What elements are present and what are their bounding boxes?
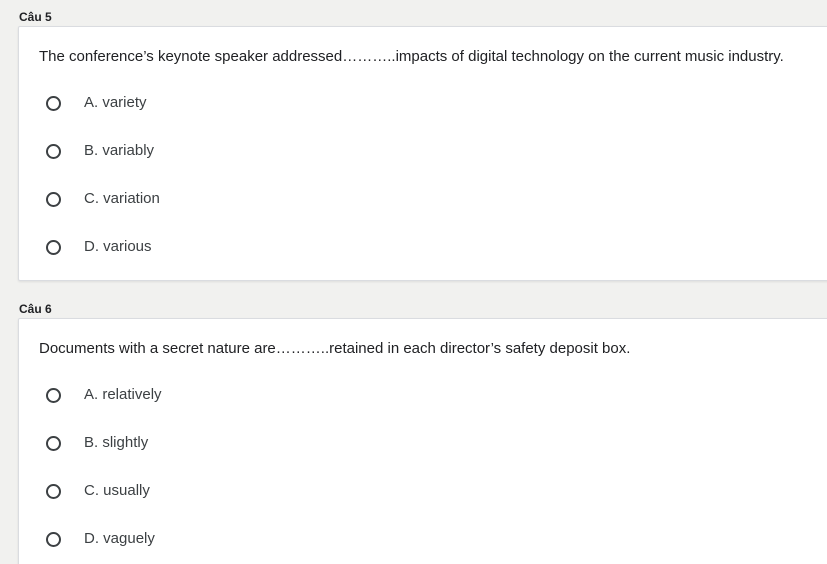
question-number-6: Câu 6 bbox=[19, 302, 52, 316]
option-label: C. usually bbox=[84, 482, 150, 499]
option-5-c[interactable]: C. variation bbox=[46, 189, 160, 209]
radio-button-icon[interactable] bbox=[46, 531, 61, 547]
option-label: B. variably bbox=[84, 142, 155, 159]
question-card-6: Documents with a secret nature are………..r… bbox=[18, 318, 827, 564]
radio-button-icon[interactable] bbox=[46, 239, 61, 255]
option-label: A. variety bbox=[84, 94, 147, 111]
radio-button-icon[interactable] bbox=[46, 191, 61, 207]
option-label: D. various bbox=[84, 238, 152, 255]
option-label: B. slightly bbox=[84, 434, 149, 451]
radio-button-icon[interactable] bbox=[46, 435, 61, 451]
option-5-b[interactable]: B. variably bbox=[46, 141, 154, 161]
question-text-5: The conference’s keynote speaker address… bbox=[39, 48, 784, 65]
radio-button-icon[interactable] bbox=[46, 387, 61, 403]
radio-button-icon[interactable] bbox=[46, 95, 61, 111]
question-text-6: Documents with a secret nature are………..r… bbox=[39, 340, 631, 357]
option-5-d[interactable]: D. various bbox=[46, 237, 152, 257]
option-label: A. relatively bbox=[84, 386, 162, 403]
option-label: D. vaguely bbox=[84, 530, 155, 547]
option-6-c[interactable]: C. usually bbox=[46, 481, 150, 501]
question-card-5: The conference’s keynote speaker address… bbox=[18, 26, 827, 281]
option-6-b[interactable]: B. slightly bbox=[46, 433, 148, 453]
quiz-page: Câu 5 The conference’s keynote speaker a… bbox=[0, 0, 827, 564]
option-5-a[interactable]: A. variety bbox=[46, 93, 147, 113]
option-6-d[interactable]: D. vaguely bbox=[46, 529, 155, 549]
question-number-5: Câu 5 bbox=[19, 10, 52, 24]
option-label: C. variation bbox=[84, 190, 160, 207]
option-6-a[interactable]: A. relatively bbox=[46, 385, 162, 405]
radio-button-icon[interactable] bbox=[46, 483, 61, 499]
radio-button-icon[interactable] bbox=[46, 143, 61, 159]
